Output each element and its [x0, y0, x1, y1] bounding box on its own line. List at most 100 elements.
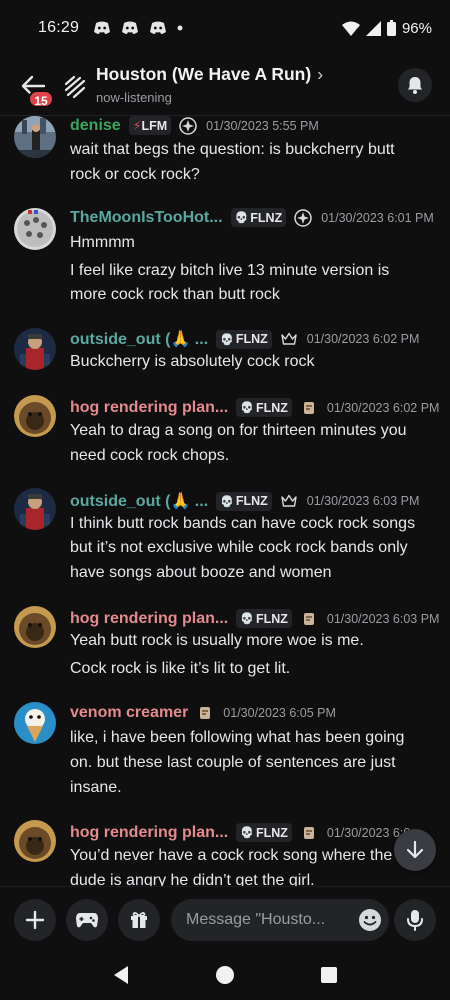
- discord-icon: [122, 21, 139, 34]
- avatar[interactable]: [14, 488, 56, 530]
- discord-icon: [150, 21, 167, 34]
- channel-title-block[interactable]: Houston (We Have A Run) › now-listening: [96, 64, 323, 105]
- clock: 16:29: [38, 19, 80, 36]
- sticker-icon: [303, 612, 314, 625]
- timestamp: 01/30/2023 6:02 PM: [326, 400, 440, 415]
- username[interactable]: outside_out (🙏 ...: [70, 329, 208, 349]
- tag-label: FLNZ: [250, 210, 283, 225]
- nav-back-icon[interactable]: [112, 965, 130, 985]
- crown-icon: [281, 332, 297, 345]
- message-composer: [0, 886, 450, 950]
- server-tag: 💀 FLNZ: [216, 329, 272, 349]
- username[interactable]: TheMoonIsTooHot...: [70, 209, 223, 227]
- message-text: insane.: [70, 779, 122, 796]
- timestamp: 01/30/2023 6:02 PM: [306, 332, 420, 346]
- message-text: have songs about booze and women: [70, 564, 332, 581]
- message-input[interactable]: [186, 911, 346, 929]
- channel-name: Houston (We Have A Run): [96, 64, 312, 84]
- parent-channel: now-listening: [96, 90, 172, 105]
- status-bar: 16:29 96%: [0, 0, 450, 56]
- skull-icon: 💀: [220, 333, 234, 346]
- gift-icon: [131, 912, 147, 928]
- system-nav-bar: [0, 950, 450, 1000]
- discord-icon: [94, 21, 111, 34]
- message-text: need cock rock chops.: [70, 447, 230, 464]
- avatar[interactable]: [14, 395, 56, 437]
- timestamp: 01/30/2023 6:05 PM: [223, 706, 336, 720]
- voice-message-button[interactable]: [394, 899, 436, 941]
- badge-icon: [294, 208, 312, 227]
- lightning-icon: ⚡: [132, 119, 142, 133]
- message-input-container[interactable]: [171, 899, 389, 941]
- avatar[interactable]: [14, 606, 56, 648]
- avatar[interactable]: [14, 820, 56, 862]
- message-text: but it’s not exclusive while cock rock b…: [70, 539, 408, 556]
- tag-label: FLNZ: [255, 400, 288, 415]
- nav-recents-icon[interactable]: [320, 966, 338, 984]
- jump-to-bottom-button[interactable]: [394, 829, 436, 871]
- battery-icon: [386, 20, 396, 36]
- battery-percent: 96%: [401, 19, 432, 37]
- message-text: Hmmmm: [70, 234, 135, 251]
- nav-home-icon[interactable]: [215, 965, 235, 985]
- message-text: wait that begs the question: is buckcher…: [70, 141, 395, 158]
- username[interactable]: hog rendering plan...: [70, 824, 228, 842]
- wifi-icon: [341, 21, 360, 36]
- message-list[interactable]: denise ⚡ LFM 01/30/2023 5:55 PM wait that…: [0, 116, 450, 886]
- channel-title[interactable]: Houston (We Have A Run) ›: [96, 64, 323, 85]
- avatar[interactable]: [14, 116, 56, 158]
- sticker-icon: [200, 707, 211, 719]
- server-tag: 💀 FLNZ: [236, 398, 292, 417]
- channel-header: 15 Houston (We Have A Run) › now-listenin…: [0, 56, 450, 116]
- avatar[interactable]: [14, 208, 56, 250]
- crown-icon: [281, 494, 297, 507]
- avatar[interactable]: [14, 702, 56, 744]
- sticker-icon: [303, 401, 314, 414]
- thread-icon: [64, 75, 86, 99]
- avatar[interactable]: [14, 328, 56, 370]
- message-text: Yeah to drag a song on for thirteen minu…: [70, 422, 407, 439]
- timestamp: 01/30/2023 5:55 PM: [206, 118, 319, 133]
- tag-label: FLNZ: [255, 611, 288, 626]
- notifications-button[interactable]: [398, 68, 432, 102]
- add-attachment-button[interactable]: [14, 899, 56, 941]
- username[interactable]: venom creamer: [70, 704, 188, 722]
- unread-badge: 15: [28, 90, 54, 108]
- message-text: rock or cock rock?: [70, 166, 200, 183]
- activities-button[interactable]: [66, 899, 108, 941]
- chevron-right-icon: ›: [317, 64, 324, 84]
- skull-icon: 💀: [234, 212, 249, 224]
- timestamp: 01/30/2023 6:03 PM: [306, 494, 420, 508]
- server-tag: 💀 FLNZ: [236, 609, 292, 628]
- skull-icon: 💀: [220, 495, 234, 508]
- message-text: I think butt rock bands can have cock ro…: [70, 515, 416, 532]
- server-tag: 💀 FLNZ: [216, 491, 272, 511]
- username[interactable]: hog rendering plan...: [70, 610, 228, 628]
- username[interactable]: hog rendering plan...: [70, 399, 228, 417]
- message-text: dude is angry he didn’t get the girl.: [70, 872, 315, 886]
- bell-icon: [408, 77, 422, 94]
- username[interactable]: denise: [70, 117, 121, 135]
- microphone-icon: [407, 910, 423, 931]
- server-tag: ⚡ LFM: [128, 116, 172, 135]
- username[interactable]: outside_out (🙏 ...: [70, 491, 208, 511]
- tag-label: FLNZ: [235, 494, 268, 508]
- server-tag: 💀 FLNZ: [236, 823, 292, 842]
- plus-icon: [25, 910, 45, 930]
- server-tag: 💀 FLNZ: [230, 208, 287, 227]
- gamepad-icon: [76, 913, 98, 928]
- emoji-icon[interactable]: [357, 907, 383, 933]
- message-text: on. but these last couple of sentences a…: [70, 754, 396, 771]
- message-text: more cock rock than butt rock: [70, 286, 280, 303]
- gift-button[interactable]: [118, 899, 160, 941]
- more-notifications-dot-icon: [177, 25, 183, 31]
- timestamp: 01/30/2023 6:03 PM: [326, 611, 440, 626]
- message-text: I feel like crazy bitch live 13 minute v…: [70, 262, 390, 279]
- skull-icon: 💀: [240, 827, 254, 839]
- skull-icon: 💀: [240, 402, 254, 414]
- message-text: You’d never have a cock rock song where …: [70, 847, 393, 864]
- arrow-down-icon: [406, 840, 424, 859]
- message-text: Buckcherry is absolutely cock rock: [70, 353, 315, 370]
- skull-icon: 💀: [240, 613, 254, 625]
- badge-icon: [179, 116, 197, 135]
